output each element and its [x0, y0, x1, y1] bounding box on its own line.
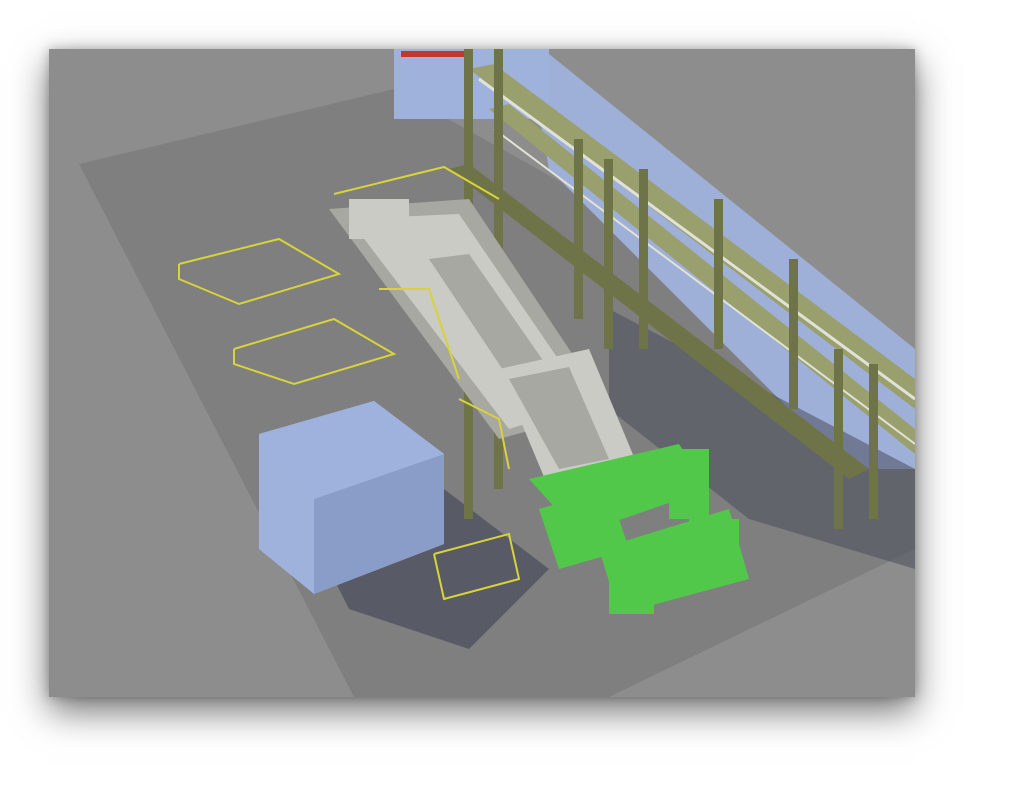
- red-accent: [401, 51, 471, 57]
- stage: [0, 0, 1011, 794]
- steel-column: [604, 159, 613, 349]
- steel-column: [834, 349, 843, 529]
- plant-3d-render: [49, 49, 915, 697]
- steel-column: [639, 169, 648, 349]
- render-image-frame: [49, 49, 915, 697]
- steel-column: [789, 259, 798, 409]
- steel-column: [869, 364, 878, 519]
- steel-column: [574, 139, 583, 319]
- steel-column: [714, 199, 723, 349]
